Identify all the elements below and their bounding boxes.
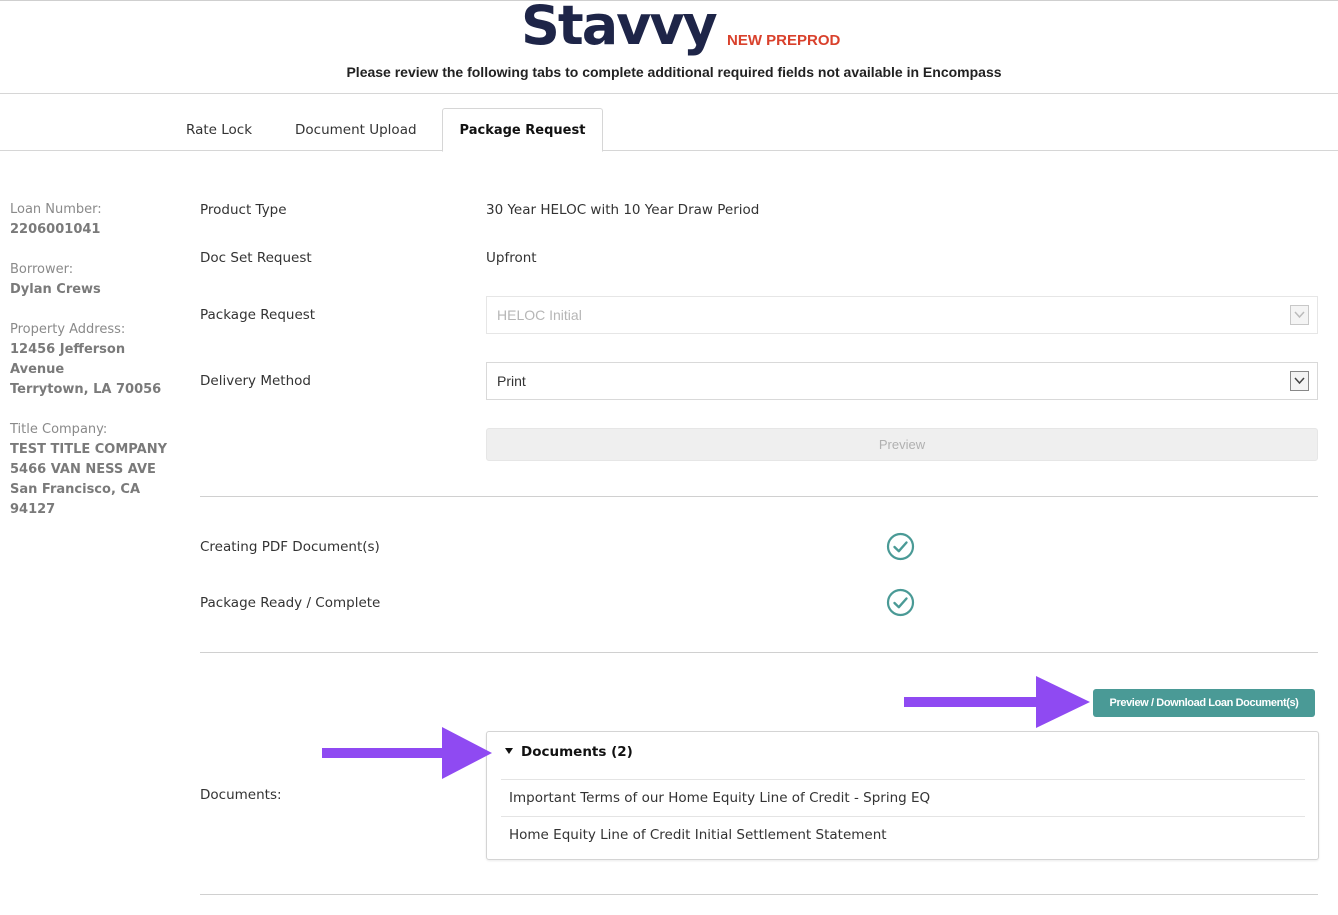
stavvy-logo: Stavvy	[521, 0, 718, 57]
title-company-label: Title Company:	[10, 422, 108, 437]
delivery-method-select[interactable]: Print	[486, 362, 1318, 400]
title-company-line4: 94127	[10, 502, 56, 517]
loan-number-label: Loan Number:	[10, 202, 102, 217]
divider	[200, 894, 1318, 895]
delivery-method-selected: Print	[497, 373, 526, 389]
package-ready-label: Package Ready / Complete	[200, 595, 381, 611]
page-instructions: Please review the following tabs to comp…	[346, 64, 1002, 80]
check-circle-icon	[886, 588, 915, 617]
loan-summary-sidebar: Loan Number: 2206001041 Borrower: Dylan …	[10, 200, 170, 520]
divider	[200, 652, 1318, 653]
caret-down-icon	[505, 748, 513, 754]
arrow-right-icon	[322, 727, 492, 779]
divider	[200, 496, 1318, 497]
property-address-label: Property Address:	[10, 322, 126, 337]
tab-rate-lock[interactable]: Rate Lock	[186, 108, 252, 151]
documents-label: Documents:	[200, 787, 282, 803]
doc-set-request-label: Doc Set Request	[200, 250, 312, 266]
chevron-down-icon	[1290, 305, 1309, 325]
arrow-right-icon	[904, 676, 1090, 728]
preview-download-documents-button[interactable]: Preview / Download Loan Document(s)	[1093, 689, 1315, 717]
check-circle-icon	[886, 532, 915, 561]
preview-button[interactable]: Preview	[486, 428, 1318, 461]
product-type-value: 30 Year HELOC with 10 Year Draw Period	[486, 202, 760, 218]
package-request-selected: HELOC Initial	[497, 307, 582, 323]
title-company-line1: TEST TITLE COMPANY	[10, 442, 167, 457]
chevron-down-icon	[1290, 371, 1309, 391]
document-item[interactable]: Important Terms of our Home Equity Line …	[501, 779, 1305, 816]
documents-panel-title: Documents (2)	[521, 744, 633, 760]
creating-pdf-label: Creating PDF Document(s)	[200, 539, 380, 555]
documents-toggle[interactable]: Documents (2)	[505, 744, 633, 760]
tab-bar: Rate Lock Document Upload Package Reques…	[0, 108, 1338, 152]
property-address-line3: Terrytown, LA 70056	[10, 382, 162, 397]
document-item[interactable]: Home Equity Line of Credit Initial Settl…	[501, 816, 1305, 853]
borrower-value: Dylan Crews	[10, 282, 101, 297]
app-header: Stavvy NEW PREPROD Please review the fol…	[0, 0, 1338, 94]
documents-panel: Documents (2) Important Terms of our Hom…	[486, 731, 1319, 860]
tab-package-request[interactable]: Package Request	[442, 108, 603, 152]
title-company-line2: 5466 VAN NESS AVE	[10, 462, 156, 477]
title-company-line3: San Francisco, CA	[10, 482, 141, 497]
package-request-select[interactable]: HELOC Initial	[486, 296, 1318, 334]
package-request-label: Package Request	[200, 307, 316, 323]
borrower-label: Borrower:	[10, 262, 74, 277]
doc-set-request-value: Upfront	[486, 250, 537, 266]
tab-document-upload[interactable]: Document Upload	[295, 108, 417, 151]
property-address-line2: Avenue	[10, 362, 65, 377]
delivery-method-label: Delivery Method	[200, 373, 311, 389]
loan-number-value: 2206001041	[10, 222, 101, 237]
product-type-label: Product Type	[200, 202, 287, 218]
environment-badge: NEW PREPROD	[727, 32, 841, 49]
property-address-line1: 12456 Jefferson	[10, 342, 126, 357]
